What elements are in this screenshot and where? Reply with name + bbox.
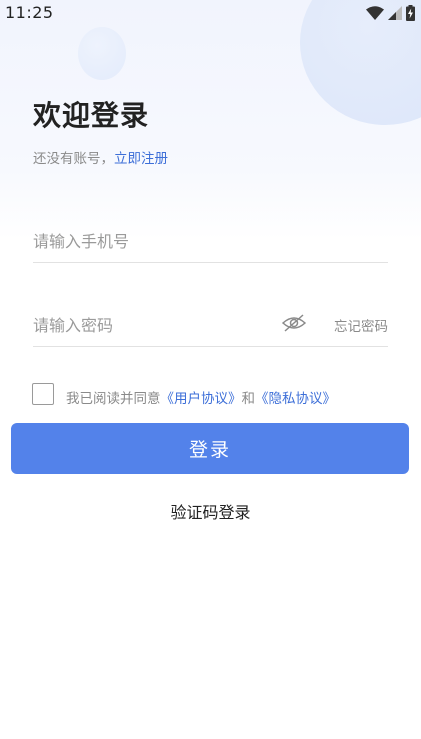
wifi-icon	[366, 6, 384, 20]
status-bar: 11:25	[0, 0, 421, 26]
status-time: 11:25	[5, 3, 54, 22]
register-link[interactable]: 立即注册	[114, 151, 168, 167]
user-agreement-link[interactable]: 《用户协议》	[161, 391, 242, 407]
privacy-policy-link[interactable]: 《隐私协议》	[255, 391, 336, 407]
no-account-text: 还没有账号，	[33, 151, 114, 167]
password-input[interactable]	[33, 311, 273, 339]
page-title: 欢迎登录	[33, 99, 150, 132]
phone-input[interactable]	[33, 227, 273, 255]
eye-off-icon[interactable]	[281, 313, 307, 333]
status-icons	[366, 4, 415, 22]
login-screen: 11:25 欢迎登录 还没有账号，立即注册 请输入手机号 忘记密码 我已阅读并同…	[0, 0, 421, 739]
agreement-conjunction: 和	[241, 391, 256, 407]
forgot-password-link[interactable]: 忘记密码	[334, 315, 388, 335]
signal-icon	[388, 6, 402, 20]
login-button[interactable]: 登录	[11, 423, 409, 474]
agreement-checkbox[interactable]	[32, 383, 54, 405]
battery-charging-icon	[406, 5, 415, 21]
register-prompt: 还没有账号，立即注册	[33, 147, 168, 167]
password-field: 忘记密码	[33, 303, 388, 347]
decorative-circle-small	[78, 27, 126, 80]
agreement-prefix: 我已阅读并同意	[66, 391, 161, 407]
agreement-text: 我已阅读并同意《用户协议》和《隐私协议》	[66, 387, 336, 407]
phone-field	[33, 219, 388, 263]
sms-login-link[interactable]: 验证码登录	[0, 499, 421, 523]
